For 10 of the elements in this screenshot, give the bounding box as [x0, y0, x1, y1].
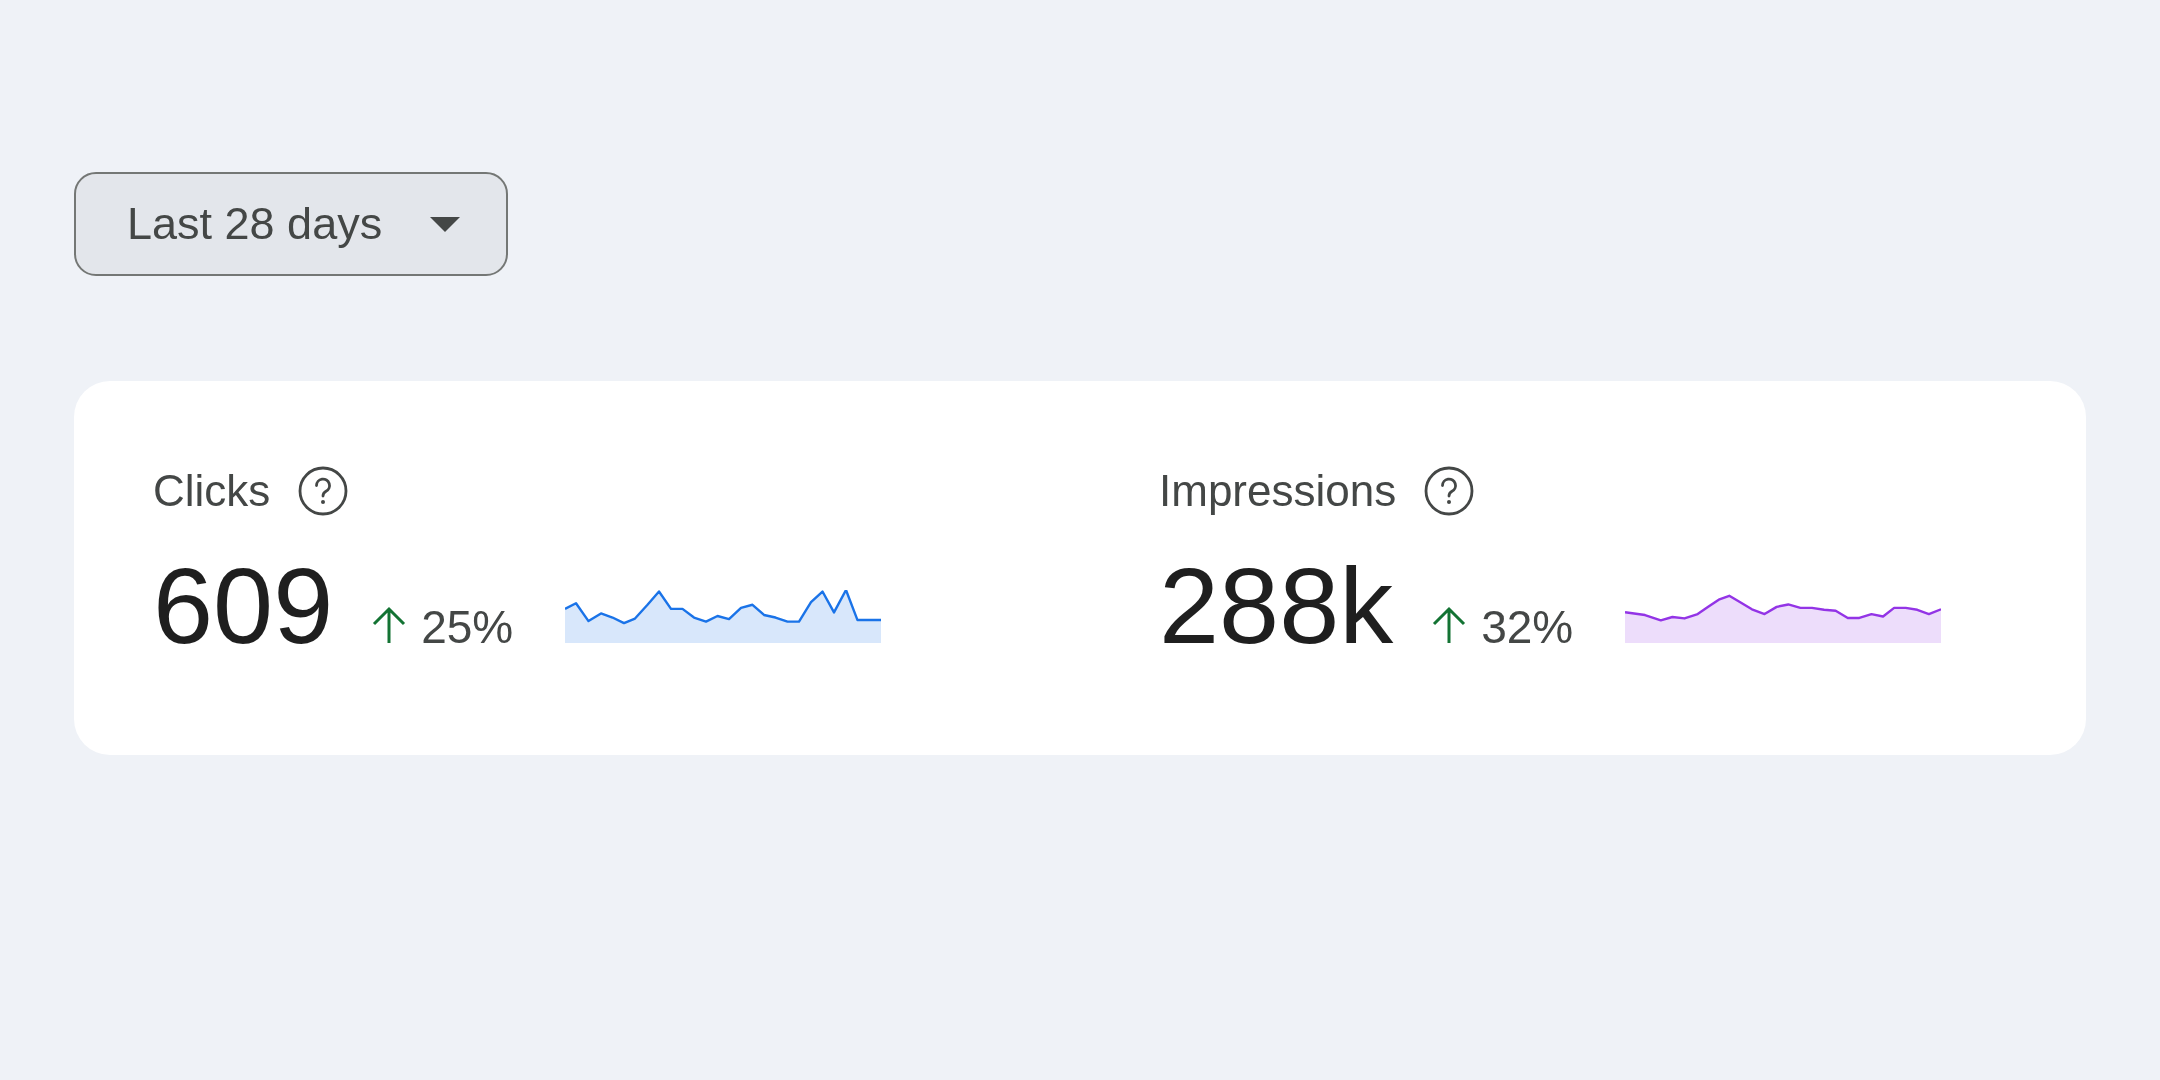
- help-icon[interactable]: [298, 466, 349, 516]
- change-percent: 25%: [421, 600, 514, 655]
- change-percent: 32%: [1481, 600, 1574, 655]
- help-icon[interactable]: [1424, 466, 1475, 516]
- metric-value: 609: [153, 551, 334, 661]
- caret-down-icon: [430, 216, 460, 232]
- metric-label: Clicks: [153, 465, 271, 517]
- metric-label: Impressions: [1159, 465, 1397, 517]
- date-range-dropdown[interactable]: Last 28 days: [74, 172, 508, 276]
- metric-value: 288k: [1159, 551, 1394, 661]
